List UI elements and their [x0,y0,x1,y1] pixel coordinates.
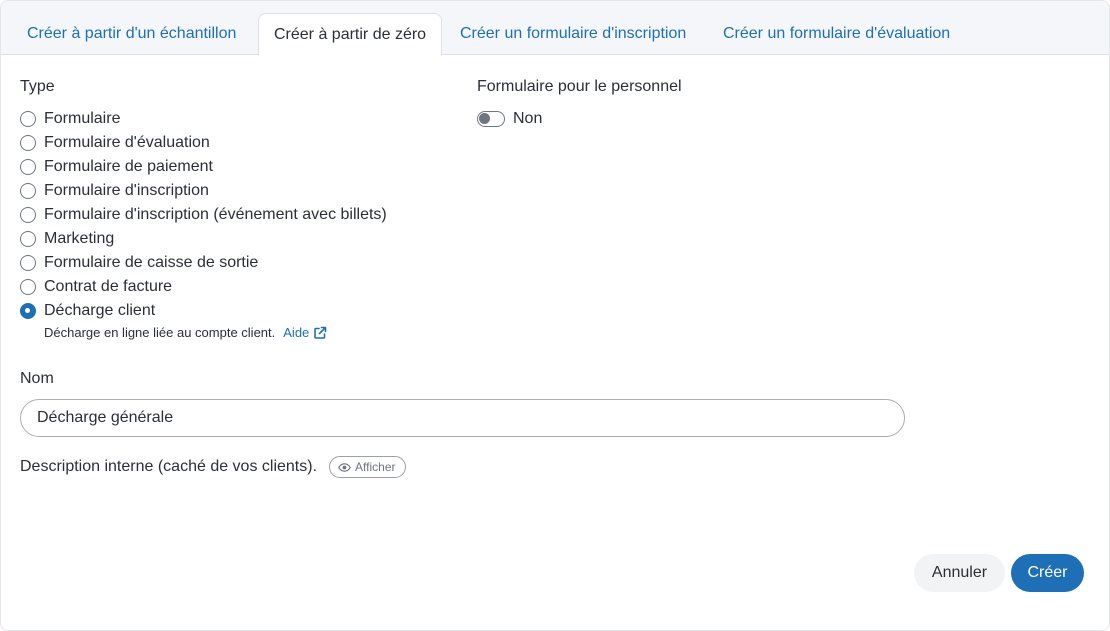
radio-option-formulaire[interactable]: Formulaire [20,109,120,129]
radio-option-payment[interactable]: Formulaire de paiement [20,157,213,177]
radio-option-invoice-contract[interactable]: Contrat de facture [20,277,172,297]
radio-button[interactable] [20,183,36,199]
radio-label: Formulaire de caisse de sortie [44,254,259,271]
tab-create-from-scratch[interactable]: Créer à partir de zéro [258,13,443,56]
name-input[interactable] [20,399,905,437]
radio-option-client-waiver[interactable]: Décharge client [20,301,155,321]
radio-button[interactable] [20,279,36,295]
radio-label: Formulaire [44,110,121,127]
name-label: Nom [20,370,54,387]
staff-form-label: Formulaire pour le personnel [477,78,682,95]
create-button[interactable]: Créer [1011,554,1084,592]
radio-label: Formulaire d'inscription [44,182,209,199]
radio-button[interactable] [20,231,36,247]
description-label: Description interne (caché de vos client… [20,458,318,475]
tab-bar: Créer à partir d'un échantillon Créer à … [1,1,1109,56]
radio-option-checkout[interactable]: Formulaire de caisse de sortie [20,253,258,273]
tab-create-evaluation-form[interactable]: Créer un formulaire d'évaluation [723,13,950,56]
radio-button[interactable] [20,111,36,127]
radio-button[interactable] [20,255,36,271]
radio-label: Formulaire d'inscription (événement avec… [44,206,387,223]
radio-button[interactable] [20,159,36,175]
radio-button-selected[interactable] [20,303,36,319]
external-link-icon [314,326,327,339]
radio-option-registration[interactable]: Formulaire d'inscription [20,181,209,201]
tab-create-from-sample[interactable]: Créer à partir d'un échantillon [27,13,236,56]
show-description-button[interactable]: Afficher [329,456,406,478]
eye-icon [338,462,351,472]
radio-option-marketing[interactable]: Marketing [20,229,114,249]
radio-label: Décharge client [44,302,156,319]
radio-option-evaluation[interactable]: Formulaire d'évaluation [20,133,210,153]
staff-form-toggle-row[interactable]: Non [477,109,542,129]
radio-label: Formulaire d'évaluation [44,134,210,151]
radio-button[interactable] [20,207,36,223]
help-link-label: Aide [283,325,310,340]
cancel-button[interactable]: Annuler [914,554,1005,592]
description-row: Description interne (caché de vos client… [20,456,406,478]
radio-label: Marketing [44,230,115,247]
create-form-dialog: Créer à partir d'un échantillon Créer à … [0,0,1110,631]
toggle-value-label: Non [513,110,543,127]
hint-text: Décharge en ligne liée au compte client. [44,325,276,340]
waiver-hint: Décharge en ligne liée au compte client.… [44,325,327,340]
help-link[interactable]: Aide [283,325,327,340]
show-button-label: Afficher [355,460,396,474]
radio-label: Contrat de facture [44,278,173,295]
radio-label: Formulaire de paiement [44,158,213,175]
tab-create-registration-form[interactable]: Créer un formulaire d'inscription [460,13,686,56]
staff-form-toggle[interactable] [477,111,505,127]
radio-button[interactable] [20,135,36,151]
toggle-knob [479,113,490,124]
type-label: Type [20,78,55,95]
radio-option-registration-ticketed[interactable]: Formulaire d'inscription (événement avec… [20,205,387,225]
